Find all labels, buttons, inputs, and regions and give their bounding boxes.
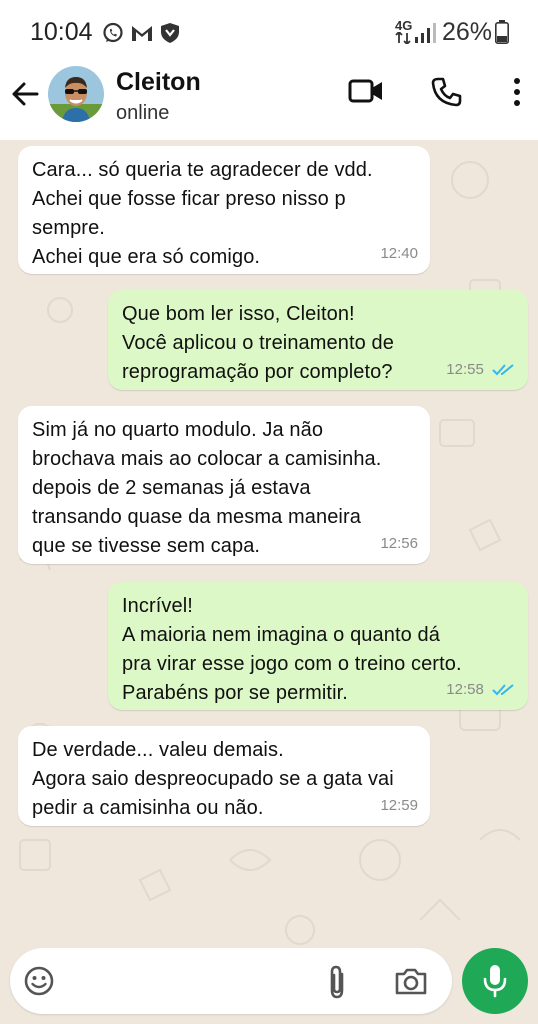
message-text: Cara... só queria te agradecer de vdd. A… xyxy=(32,159,373,268)
message-bubble-incoming[interactable]: De verdade... valeu demais. Agora saio d… xyxy=(18,726,430,826)
message-time: 12:40 xyxy=(380,245,418,262)
whatsapp-icon xyxy=(103,22,123,43)
status-bar: 10:04 4G 26% xyxy=(0,0,538,62)
avatar-image xyxy=(48,66,104,122)
phone-call-icon[interactable] xyxy=(430,76,462,108)
message-text: Sim já no quarto modulo. Ja não brochava… xyxy=(32,419,382,557)
emoji-icon[interactable] xyxy=(22,964,56,998)
message-meta: 12:58 xyxy=(446,675,516,704)
battery-percent: 26% xyxy=(442,18,493,46)
camera-icon[interactable] xyxy=(394,964,428,998)
read-ticks-icon xyxy=(492,364,514,376)
shield-icon xyxy=(161,23,179,43)
message-bubble-incoming[interactable]: Cara... só queria te agradecer de vdd. A… xyxy=(18,146,430,274)
battery-icon xyxy=(495,20,509,44)
more-options-icon[interactable] xyxy=(510,76,524,108)
network-type: 4G xyxy=(395,18,413,33)
data-arrows-icon xyxy=(395,32,411,44)
message-meta: 12:55 xyxy=(446,355,516,384)
back-arrow-icon[interactable] xyxy=(10,79,40,109)
chat-area: Cara... só queria te agradecer de vdd. A… xyxy=(0,140,538,950)
status-time: 10:04 xyxy=(30,18,93,46)
message-bubble-incoming[interactable]: Sim já no quarto modulo. Ja não brochava… xyxy=(18,406,430,564)
mic-button[interactable] xyxy=(462,948,528,1014)
chat-header: Cleiton online xyxy=(0,62,538,140)
message-time: 12:58 xyxy=(446,681,484,698)
message-bubble-outgoing[interactable]: Incrível! A maioria nem imagina o quanto… xyxy=(108,582,528,710)
attach-icon[interactable] xyxy=(324,964,350,1000)
message-time: 12:55 xyxy=(446,361,484,378)
mic-icon xyxy=(483,965,507,998)
contact-name[interactable]: Cleiton xyxy=(116,68,201,97)
contact-avatar[interactable] xyxy=(48,66,104,122)
message-time: 12:56 xyxy=(380,535,418,552)
gmail-icon xyxy=(132,26,152,41)
signal-icon xyxy=(415,23,436,43)
message-bubble-outgoing[interactable]: Que bom ler isso, Cleiton! Você aplicou … xyxy=(108,290,528,390)
video-call-icon[interactable] xyxy=(348,76,384,106)
message-input-bar[interactable] xyxy=(10,948,452,1014)
contact-status: online xyxy=(116,102,170,124)
message-time: 12:59 xyxy=(380,797,418,814)
read-ticks-icon xyxy=(492,684,514,696)
message-text: De verdade... valeu demais. Agora saio d… xyxy=(32,739,394,819)
